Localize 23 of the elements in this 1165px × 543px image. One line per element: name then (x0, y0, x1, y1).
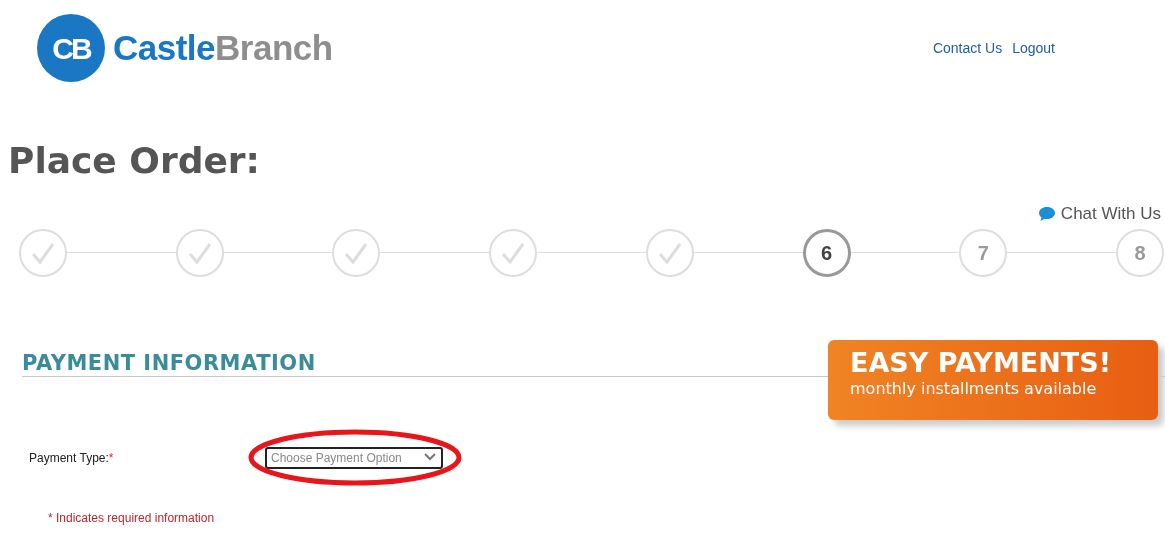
check-icon (186, 240, 213, 265)
field-label: Payment Type:* (29, 449, 115, 467)
logo-mark: CB (37, 14, 105, 82)
banner-subline: monthly installments available (850, 378, 1098, 401)
pending-step: 8 (1116, 228, 1165, 277)
logo-word: Castle (113, 26, 216, 69)
chat-link[interactable]: Chat With Us (1060, 201, 1161, 227)
check-icon (500, 240, 527, 265)
check-icon (30, 240, 56, 265)
banner-headline: EASY PAYMENTS! (850, 347, 1112, 378)
check-icon (343, 240, 370, 265)
page-title: Place Order: (8, 143, 261, 179)
chat-bubble-icon[interactable] (1037, 205, 1056, 222)
logo-word: Branch (215, 26, 333, 69)
check-icon (656, 240, 683, 265)
header-link[interactable]: Logout (1012, 37, 1055, 59)
current-step: 6 (802, 228, 851, 277)
section-heading: PAYMENT INFORMATION (22, 350, 316, 376)
pending-step: 7 (959, 228, 1008, 277)
header-link[interactable]: Contact Us (932, 37, 1003, 59)
required-note: * Indicates required information (48, 509, 216, 527)
chevron-down-icon (424, 452, 436, 461)
payment-select[interactable]: Choose Payment Option (265, 446, 443, 469)
